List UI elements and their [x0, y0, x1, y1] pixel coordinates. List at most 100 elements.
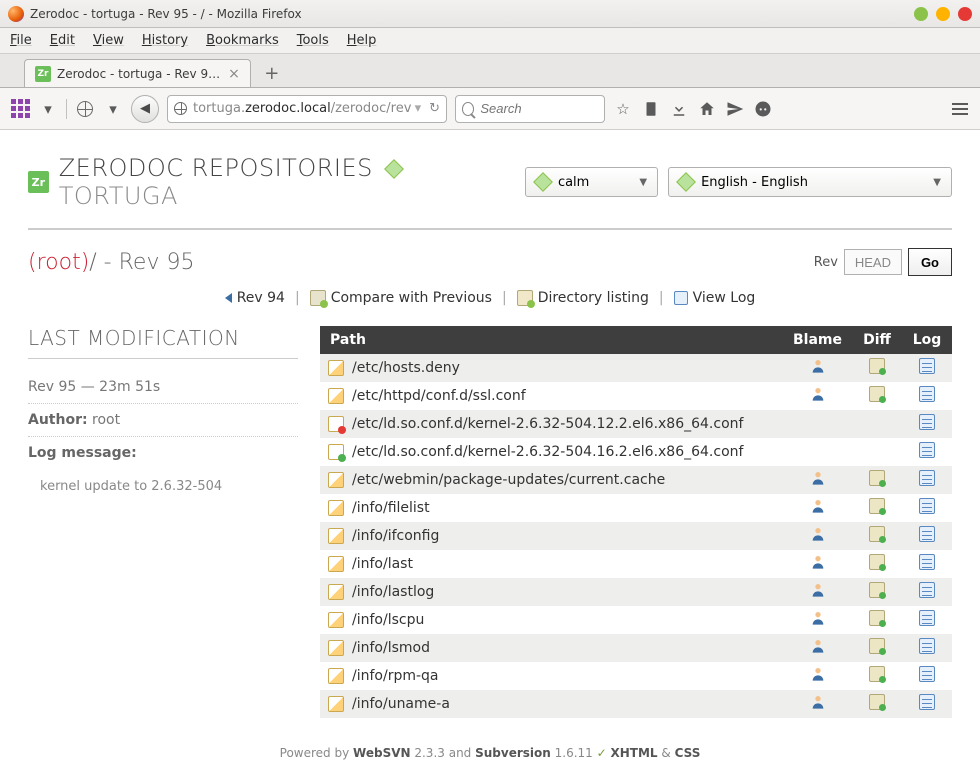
menu-view[interactable]: View — [93, 33, 124, 48]
send-icon[interactable] — [725, 99, 745, 119]
blame-link[interactable] — [810, 698, 826, 714]
file-path-link[interactable]: /info/uname-a — [352, 696, 450, 712]
actions-row: Rev 94 | Compare with Previous | Directo… — [28, 290, 952, 306]
log-link[interactable] — [919, 446, 935, 462]
xhtml-link[interactable]: XHTML — [610, 746, 657, 760]
file-path-link[interactable]: /info/lsmod — [352, 640, 430, 656]
reload-button[interactable]: ↻ — [429, 101, 440, 116]
log-link[interactable] — [919, 558, 935, 574]
subversion-link[interactable]: Subversion — [475, 746, 551, 760]
file-path-link[interactable]: /info/filelist — [352, 500, 430, 516]
diff-link[interactable] — [869, 502, 885, 518]
log-link[interactable] — [919, 474, 935, 490]
go-button[interactable]: Go — [908, 248, 952, 276]
log-link[interactable] — [919, 614, 935, 630]
websvn-link[interactable]: WebSVN — [353, 746, 411, 760]
diff-link[interactable] — [869, 586, 885, 602]
maximize-button[interactable] — [936, 7, 950, 21]
address-bar[interactable]: tortuga.zerodoc.local/zerodoc/revision.p… — [167, 95, 447, 123]
dropdown-arrow-icon[interactable]: ▾ — [38, 99, 58, 119]
root-link[interactable]: (root) — [28, 250, 89, 275]
file-path-link[interactable]: /info/rpm-qa — [352, 668, 439, 684]
log-message: kernel update to 2.6.32-504 — [28, 469, 298, 494]
menu-help[interactable]: Help — [347, 33, 377, 48]
clipboard-icon[interactable] — [641, 99, 661, 119]
log-link[interactable] — [919, 586, 935, 602]
home-icon[interactable] — [697, 99, 717, 119]
diff-link[interactable] — [869, 474, 885, 490]
blame-link[interactable] — [810, 586, 826, 602]
log-link[interactable] — [919, 362, 935, 378]
new-tab-button[interactable]: + — [261, 62, 283, 84]
file-path-link[interactable]: /etc/httpd/conf.d/ssl.conf — [352, 388, 526, 404]
dir-listing-link[interactable]: Directory listing — [517, 290, 649, 306]
log-link[interactable] — [919, 642, 935, 658]
col-path: Path — [320, 326, 783, 354]
menu-file[interactable]: File — [10, 33, 32, 48]
file-path-link[interactable]: /etc/hosts.deny — [352, 360, 460, 376]
globe-icon[interactable] — [75, 99, 95, 119]
log-link[interactable] — [919, 502, 935, 518]
compare-link[interactable]: Compare with Previous — [310, 290, 492, 306]
blame-link[interactable] — [810, 390, 826, 406]
blame-link[interactable] — [810, 670, 826, 686]
repo-name[interactable]: TORTUGA — [59, 182, 178, 210]
search-input[interactable] — [480, 101, 598, 116]
file-path-link[interactable]: /etc/webmin/package-updates/current.cach… — [352, 472, 665, 488]
file-path-link[interactable]: /info/last — [352, 556, 413, 572]
close-tab-button[interactable]: × — [228, 66, 240, 82]
history-dropdown-icon[interactable]: ▾ — [415, 101, 422, 116]
browser-tab[interactable]: Zr Zerodoc - tortuga - Rev 9… × — [24, 59, 251, 87]
search-bar[interactable] — [455, 95, 605, 123]
file-path-link[interactable]: /info/lastlog — [352, 584, 434, 600]
diff-link[interactable] — [869, 698, 885, 714]
blame-link[interactable] — [810, 362, 826, 378]
diff-link[interactable] — [869, 530, 885, 546]
rev-jump-form: Rev Go — [814, 248, 952, 276]
log-link[interactable] — [919, 418, 935, 434]
diff-link[interactable] — [869, 670, 885, 686]
log-link[interactable] — [919, 530, 935, 546]
rev-input[interactable] — [844, 249, 902, 275]
blame-link[interactable] — [810, 558, 826, 574]
menu-history[interactable]: History — [142, 33, 188, 48]
menu-edit[interactable]: Edit — [50, 33, 75, 48]
chat-icon[interactable] — [753, 99, 773, 119]
diff-link[interactable] — [869, 642, 885, 658]
blame-link[interactable] — [810, 502, 826, 518]
diff-link[interactable] — [869, 390, 885, 406]
language-dropdown[interactable]: English - English ▼ — [668, 167, 952, 197]
prev-rev-link[interactable]: Rev 94 — [225, 290, 285, 306]
menu-tools[interactable]: Tools — [297, 33, 329, 48]
apps-grid-icon[interactable] — [10, 99, 30, 119]
bookmark-star-icon[interactable]: ☆ — [613, 99, 633, 119]
site-identity-icon[interactable] — [174, 102, 187, 115]
log-link[interactable] — [919, 670, 935, 686]
blame-link[interactable] — [810, 642, 826, 658]
css-link[interactable]: CSS — [675, 746, 701, 760]
minimize-button[interactable] — [914, 7, 928, 21]
window-titlebar: Zerodoc - tortuga - Rev 95 - / - Mozilla… — [0, 0, 980, 28]
menu-bookmarks[interactable]: Bookmarks — [206, 33, 279, 48]
diff-link[interactable] — [869, 614, 885, 630]
diff-link[interactable] — [869, 558, 885, 574]
log-icon — [919, 610, 935, 626]
file-path-link[interactable]: /etc/ld.so.conf.d/kernel-2.6.32-504.16.2… — [352, 444, 743, 460]
diff-link[interactable] — [869, 362, 885, 378]
hamburger-menu-button[interactable] — [950, 99, 970, 119]
rev-time-line: Rev 95 — 23m 51s — [28, 371, 298, 404]
downloads-icon[interactable] — [669, 99, 689, 119]
log-link[interactable] — [919, 698, 935, 714]
dropdown-arrow-icon[interactable]: ▾ — [103, 99, 123, 119]
blame-link[interactable] — [810, 614, 826, 630]
theme-dropdown[interactable]: calm ▼ — [525, 167, 658, 197]
view-log-link[interactable]: View Log — [674, 290, 756, 306]
log-link[interactable] — [919, 390, 935, 406]
close-window-button[interactable] — [958, 7, 972, 21]
blame-link[interactable] — [810, 530, 826, 546]
blame-link[interactable] — [810, 474, 826, 490]
file-path-link[interactable]: /info/lscpu — [352, 612, 424, 628]
file-path-link[interactable]: /etc/ld.so.conf.d/kernel-2.6.32-504.12.2… — [352, 416, 743, 432]
back-button[interactable]: ◀ — [131, 95, 159, 123]
file-path-link[interactable]: /info/ifconfig — [352, 528, 439, 544]
